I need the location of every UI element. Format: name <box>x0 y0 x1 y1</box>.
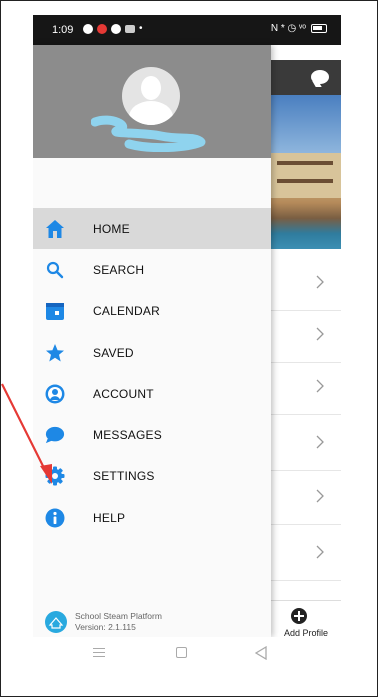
status-time: 1:09 <box>52 24 74 36</box>
building-shape <box>271 153 341 198</box>
battery-icon <box>311 24 327 33</box>
menu-item-label: CALENDAR <box>93 304 160 319</box>
chevron-right-icon <box>316 545 324 559</box>
drawer-footer: School Steam Platform Version: 2.1.115 <box>33 607 271 637</box>
list-item[interactable] <box>271 259 341 311</box>
app-notification-icon <box>125 24 135 33</box>
menu-item-saved[interactable]: SAVED <box>33 332 271 373</box>
status-bar: 1:09 • N * ◷ ᵛᵒ <box>33 15 341 45</box>
chevron-right-icon <box>316 379 324 393</box>
menu-item-label: ACCOUNT <box>93 386 154 401</box>
list-item[interactable] <box>271 473 341 525</box>
back-button-icon[interactable] <box>255 646 267 660</box>
redacted-username-scribble <box>91 115 206 152</box>
menu-item-help[interactable]: HELP <box>33 497 271 538</box>
background-app-header <box>271 60 341 95</box>
facebook-icon <box>83 23 93 34</box>
notification-icons: • <box>83 23 143 34</box>
calendar-icon <box>45 301 65 321</box>
platform-logo-icon <box>45 611 67 633</box>
navigation-drawer: HOME SEARCH CALENDAR SAVED ACCOUNT MESSA… <box>33 45 271 637</box>
menu-item-label: MESSAGES <box>93 428 162 443</box>
school-photo <box>271 95 341 249</box>
menu-item-account[interactable]: ACCOUNT <box>33 373 271 414</box>
menu-item-search[interactable]: SEARCH <box>33 249 271 290</box>
avatar-head-shape <box>141 76 161 100</box>
pinterest-icon <box>111 23 121 34</box>
footer-text: School Steam Platform Version: 2.1.115 <box>75 611 162 633</box>
plus-icon <box>291 608 307 624</box>
more-dot-icon: • <box>139 23 143 34</box>
drawer-spacer <box>33 158 271 208</box>
chevron-right-icon <box>316 275 324 289</box>
search-icon <box>45 260 65 280</box>
menu-item-label: HELP <box>93 510 126 525</box>
menu-item-label: HOME <box>93 221 130 236</box>
system-status-text: N * ◷ ᵛᵒ <box>270 23 306 34</box>
app-version: Version: 2.1.115 <box>75 622 136 632</box>
star-icon <box>45 343 65 363</box>
list-item[interactable] <box>271 419 341 471</box>
home-button-icon[interactable] <box>176 647 187 658</box>
recent-apps-icon[interactable] <box>93 648 105 658</box>
red-arrow-annotation <box>1 383 52 484</box>
menu-item-settings[interactable]: SETTINGS <box>33 456 271 497</box>
chevron-right-icon <box>316 489 324 503</box>
menu-item-label: SETTINGS <box>93 469 155 484</box>
phone-screen: 1:09 • N * ◷ ᵛᵒ Add Profile HOME SEARCH … <box>33 15 341 672</box>
list-item[interactable] <box>271 529 341 581</box>
chat-icon[interactable] <box>311 70 329 84</box>
system-nav-bar <box>33 637 341 672</box>
menu-item-calendar[interactable]: CALENDAR <box>33 291 271 332</box>
menu-item-home[interactable]: HOME <box>33 208 271 250</box>
menu-item-messages[interactable]: MESSAGES <box>33 414 271 455</box>
info-icon <box>45 508 65 528</box>
background-app: Add Profile <box>271 45 341 672</box>
platform-name: School Steam Platform <box>75 611 162 621</box>
chevron-right-icon <box>316 327 324 341</box>
drawer-header <box>33 45 271 158</box>
home-icon <box>45 219 65 239</box>
list-item[interactable] <box>271 363 341 415</box>
chevron-right-icon <box>316 435 324 449</box>
system-icons: N * ◷ ᵛᵒ <box>271 23 327 34</box>
list-item[interactable] <box>271 311 341 363</box>
menu-item-label: SEARCH <box>93 262 145 277</box>
menu-item-label: SAVED <box>93 345 134 360</box>
drawer-menu: HOME SEARCH CALENDAR SAVED ACCOUNT MESSA… <box>33 208 271 538</box>
notification-badge-icon <box>97 23 107 34</box>
